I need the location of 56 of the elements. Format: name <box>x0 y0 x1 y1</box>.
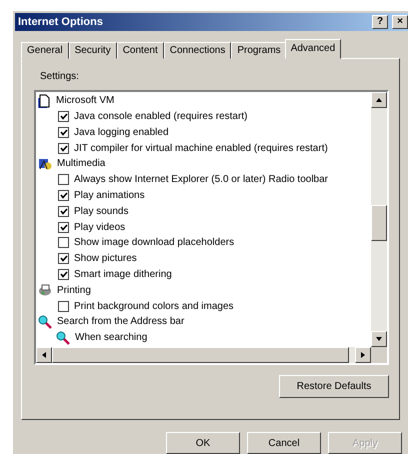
settings-label: Settings: <box>40 70 80 82</box>
scroll-up-button[interactable] <box>371 92 387 108</box>
checkbox[interactable] <box>58 190 69 202</box>
up-arrow-icon <box>375 96 383 104</box>
checkbox[interactable] <box>58 222 69 233</box>
option-label: Smart image dithering <box>74 269 172 280</box>
close-button[interactable]: × <box>392 14 408 29</box>
checkbox[interactable] <box>58 206 69 217</box>
checkbox[interactable] <box>58 300 69 312</box>
scroll-left-button[interactable] <box>36 346 52 363</box>
tab[interactable]: Programs <box>231 42 287 59</box>
scroll-right-button[interactable] <box>355 346 371 363</box>
checkbox[interactable] <box>58 111 69 122</box>
option-label: Show image download placeholders <box>74 237 234 248</box>
search-icon <box>38 314 52 329</box>
checkbox[interactable] <box>58 126 69 138</box>
option-label: Play animations <box>74 190 145 202</box>
dialog-button[interactable]: Cancel <box>247 432 321 454</box>
checkbox[interactable] <box>58 269 69 280</box>
checkbox[interactable] <box>58 174 69 186</box>
category-label: Printing <box>57 284 91 296</box>
right-arrow-icon <box>359 350 367 359</box>
tab[interactable]: General <box>21 42 69 59</box>
dialog-button[interactable]: OK <box>166 432 240 454</box>
tab[interactable]: Advanced <box>284 38 342 59</box>
option-label: Play videos <box>74 222 126 233</box>
window-title: Internet Options <box>18 16 104 28</box>
option-label: JIT compiler for virtual machine enabled (requires restart) <box>74 142 328 154</box>
tab[interactable]: Connections <box>164 42 232 59</box>
category-label: Microsoft VM <box>56 95 114 106</box>
search-icon <box>56 330 70 345</box>
tab[interactable]: Content <box>116 42 164 59</box>
scroll-down-button[interactable] <box>371 330 387 347</box>
category-label: Multimedia <box>57 158 106 170</box>
vertical-scrollbar[interactable] <box>371 92 387 347</box>
document-icon <box>38 94 51 108</box>
restore-defaults-button[interactable]: Restore Defaults <box>279 374 389 398</box>
option-label: Show pictures <box>74 253 137 264</box>
option-label: Print background colors and images <box>74 300 234 312</box>
option-label: Java console enabled (requires restart) <box>74 111 248 122</box>
scrollbar-corner <box>371 346 387 363</box>
category-label: Search from the Address bar <box>57 316 184 328</box>
printer-icon <box>38 283 52 298</box>
checkbox[interactable] <box>58 253 69 264</box>
tab[interactable]: Security <box>68 42 117 59</box>
media-icon <box>38 156 52 171</box>
option-label: Always show Internet Explorer (5.0 or later) Radio toolbar <box>74 174 328 186</box>
help-button[interactable]: ? <box>372 14 388 29</box>
option-label: Play sounds <box>74 206 128 217</box>
checkbox[interactable] <box>58 142 69 154</box>
category-label: When searching <box>75 332 148 344</box>
checkbox[interactable] <box>58 237 69 248</box>
left-arrow-icon <box>40 350 48 359</box>
scroll-thumb[interactable] <box>371 204 387 241</box>
option-label: Java logging enabled <box>74 126 169 138</box>
down-arrow-icon <box>375 334 383 343</box>
